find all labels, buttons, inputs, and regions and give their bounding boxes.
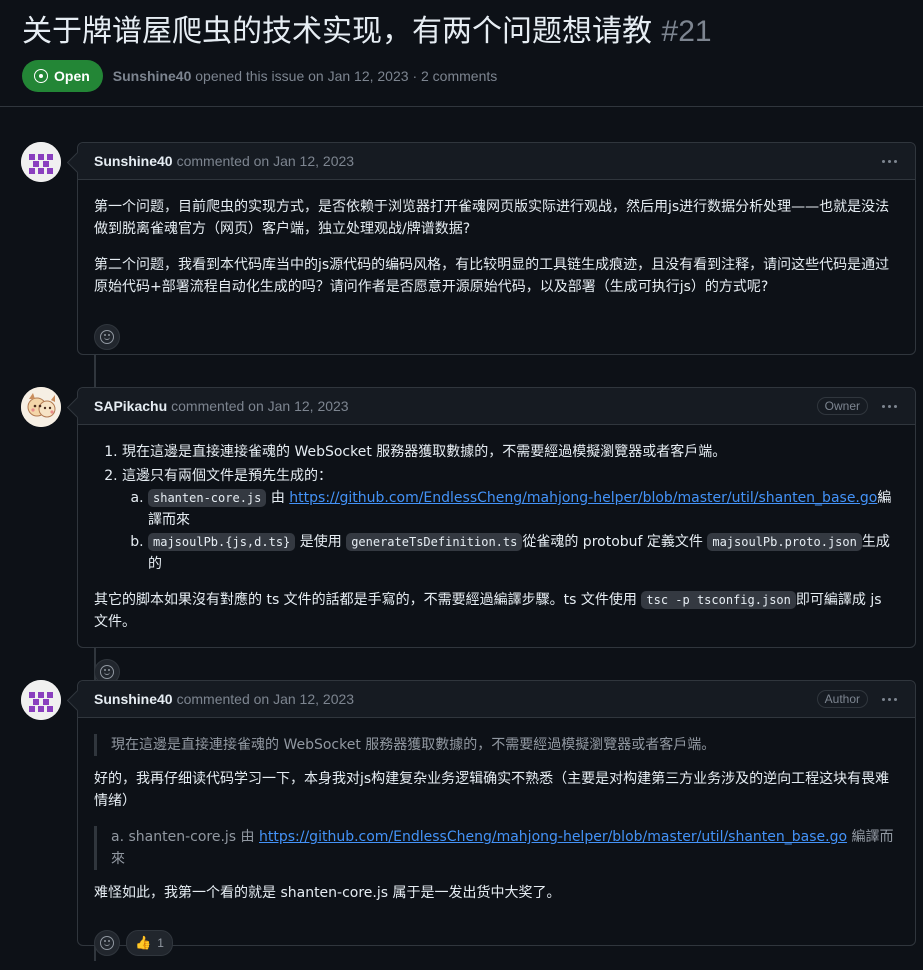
comment-body: 現在這邊是直接連接雀魂的 WebSocket 服務器獲取數據的，不需要經過模擬瀏…	[78, 718, 915, 930]
comment-body: 現在這邊是直接連接雀魂的 WebSocket 服務器獲取數據的，不需要經過模擬瀏…	[78, 425, 915, 659]
thumbs-up-reaction[interactable]: 👍 1	[126, 930, 173, 956]
author-badge: Author	[816, 690, 868, 708]
opened-text: opened this issue on Jan 12, 2023	[195, 68, 409, 84]
more-options-icon[interactable]	[880, 694, 899, 705]
text-span: 是使用	[299, 534, 342, 550]
sub-list-item: majsoulPb.{js,d.ts} 是使用 generateTsDefini…	[148, 531, 899, 575]
text-span: 由	[270, 490, 285, 506]
comment-paragraph: 好的，我再仔细读代码学习一下，本身我对js构建复杂业务逻辑确实不熟悉（主要是对构…	[94, 771, 890, 809]
thumbs-up-icon: 👍	[135, 935, 152, 950]
avatar[interactable]	[21, 142, 61, 182]
comment-timestamp[interactable]: commented on Jan 12, 2023	[171, 398, 348, 414]
comment-author[interactable]: SAPikachu	[94, 398, 167, 414]
comment-author[interactable]: Sunshine40	[94, 153, 173, 169]
comment-header: Sunshine40 commented on Jan 12, 2023	[78, 143, 915, 180]
comment-3: Sunshine40 commented on Jan 12, 2023 Aut…	[77, 680, 916, 956]
smiley-icon	[100, 330, 114, 344]
add-reaction-button[interactable]	[94, 324, 120, 350]
list-item: 這邊只有兩個文件是預先生成的： shanten-core.js 由 https:…	[122, 465, 899, 575]
comments-count: 2 comments	[421, 68, 498, 84]
reactions-bar	[78, 324, 915, 364]
comment-paragraph: 第一个问题，目前爬虫的实现方式，是否依赖于浏览器打开雀魂网页版实际进行观战，然后…	[94, 199, 890, 237]
comment-timestamp[interactable]: commented on Jan 12, 2023	[177, 153, 354, 169]
issue-author-link[interactable]: Sunshine40	[113, 68, 192, 84]
text-span: a. shanten-core.js 由	[111, 829, 255, 845]
code-span: shanten-core.js	[148, 489, 267, 507]
comment-header: Sunshine40 commented on Jan 12, 2023 Aut…	[78, 681, 915, 718]
list-item-text: 現在這邊是直接連接雀魂的 WebSocket 服務器獲取數據的，不需要經過模擬瀏…	[122, 444, 727, 460]
status-badge: Open	[22, 60, 103, 92]
issue-meta: Open Sunshine40 opened this issue on Jan…	[22, 60, 497, 92]
sub-list: shanten-core.js 由 https://github.com/End…	[122, 487, 899, 575]
code-span: majsoulPb.proto.json	[707, 533, 862, 551]
code-span: generateTsDefinition.ts	[346, 533, 523, 551]
reaction-count: 1	[157, 936, 164, 950]
identicon-avatar	[21, 142, 61, 182]
text-span: 從雀魂的 protobuf 定義文件	[522, 534, 703, 550]
issue-open-icon	[34, 69, 48, 83]
header-divider	[0, 106, 923, 107]
comment-paragraph: 其它的脚本如果沒有對應的 ts 文件的話都是手寫的，不需要經過編譯步驟。ts 文…	[94, 589, 899, 633]
comment-1: Sunshine40 commented on Jan 12, 2023 第一个…	[77, 142, 916, 355]
issue-number: #21	[661, 15, 712, 48]
issue-title-text: 关于牌谱屋爬虫的技术实现，有两个问题想请教	[22, 14, 652, 49]
comment-author[interactable]: Sunshine40	[94, 691, 173, 707]
comment-body: 第一个问题，目前爬虫的实现方式，是否依赖于浏览器打开雀魂网页版实际进行观战，然后…	[78, 180, 915, 324]
code-span: tsc -p tsconfig.json	[641, 591, 796, 609]
comment-timestamp[interactable]: commented on Jan 12, 2023	[177, 691, 354, 707]
identicon-avatar	[21, 680, 61, 720]
quote-block: a. shanten-core.js 由 https://github.com/…	[94, 826, 899, 870]
meta-separator: ·	[412, 68, 418, 84]
status-label: Open	[54, 68, 90, 84]
github-link[interactable]: https://github.com/EndlessCheng/mahjong-…	[289, 490, 877, 506]
numbered-list: 現在這邊是直接連接雀魂的 WebSocket 服務器獲取數據的，不需要經過模擬瀏…	[94, 441, 899, 575]
comment-paragraph: 难怪如此，我第一个看的就是 shanten-core.js 属于是一发出货中大奖…	[94, 885, 561, 901]
comment-paragraph: 第二个问题，我看到本代码库当中的js源代码的编码风格，有比较明显的工具链生成痕迹…	[94, 257, 890, 295]
code-span: majsoulPb.{js,d.ts}	[148, 533, 296, 551]
list-item-text: 這邊只有兩個文件是預先生成的：	[122, 468, 332, 484]
comment-2: SAPikachu commented on Jan 12, 2023 Owne…	[77, 387, 916, 685]
issue-title: 关于牌谱屋爬虫的技术实现，有两个问题想请教 #21	[22, 10, 912, 54]
more-options-icon[interactable]	[880, 401, 899, 412]
reactions-bar: 👍 1	[78, 930, 915, 970]
add-reaction-button[interactable]	[94, 930, 120, 956]
pikachu-avatar-image	[21, 387, 61, 427]
github-link[interactable]: https://github.com/EndlessCheng/mahjong-…	[259, 829, 847, 845]
smiley-icon	[100, 936, 114, 950]
owner-badge: Owner	[816, 397, 868, 415]
avatar[interactable]	[21, 680, 61, 720]
more-options-icon[interactable]	[880, 156, 899, 167]
sub-list-item: shanten-core.js 由 https://github.com/End…	[148, 487, 899, 531]
list-item: 現在這邊是直接連接雀魂的 WebSocket 服務器獲取數據的，不需要經過模擬瀏…	[122, 441, 899, 463]
smiley-icon	[100, 665, 114, 679]
quote-block: 現在這邊是直接連接雀魂的 WebSocket 服務器獲取數據的，不需要經過模擬瀏…	[94, 734, 899, 756]
avatar[interactable]	[21, 387, 61, 427]
text-span: 其它的脚本如果沒有對應的 ts 文件的話都是手寫的，不需要經過編譯步驟。ts 文…	[94, 592, 637, 608]
comment-header: SAPikachu commented on Jan 12, 2023 Owne…	[78, 388, 915, 425]
